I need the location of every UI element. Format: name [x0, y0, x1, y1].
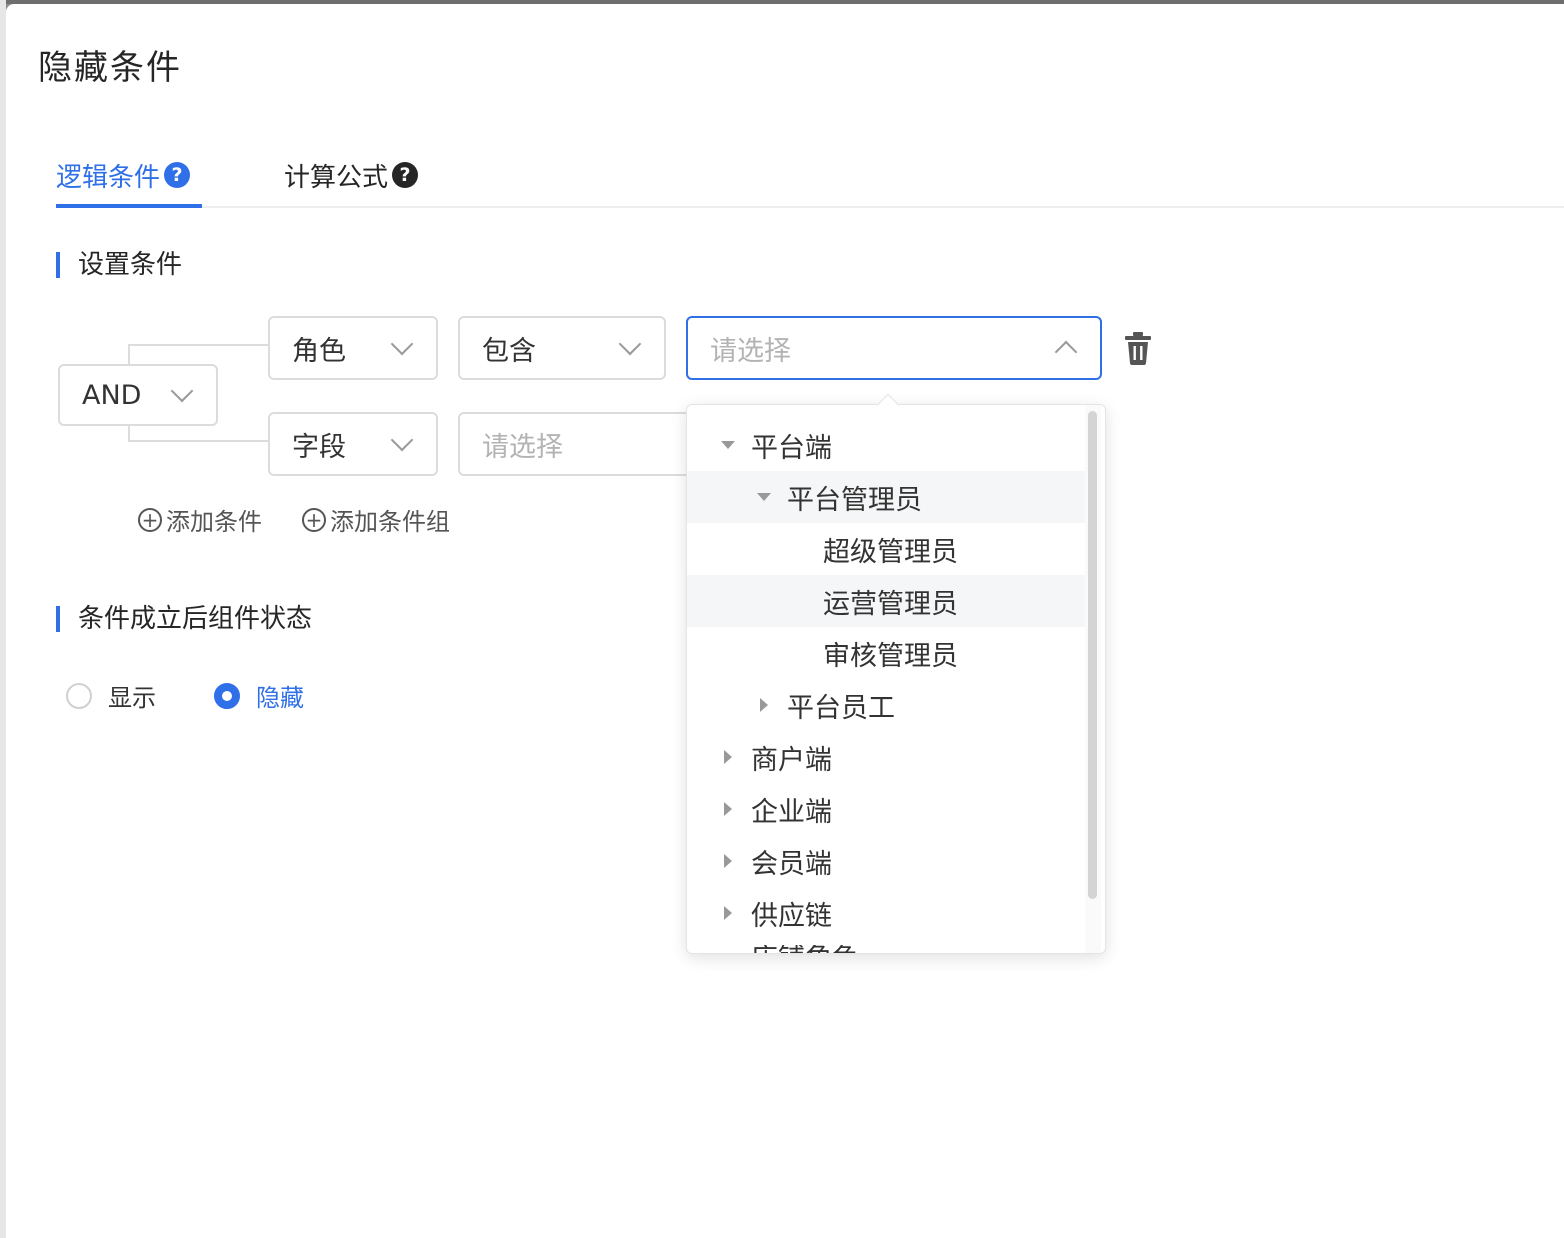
condition-value-placeholder: 请选择	[710, 335, 791, 367]
caret-down-icon[interactable]	[721, 441, 735, 449]
radio-circle	[214, 682, 240, 709]
chevron-up-icon	[1054, 340, 1078, 364]
tree-node[interactable]: 会员端	[687, 835, 1085, 887]
tree-node-label: 商户端	[751, 744, 832, 776]
tab-logic-condition-label: 逻辑条件	[56, 162, 161, 193]
tab-bar: 逻辑条件 ? 计算公式 ?	[56, 144, 1564, 208]
tab-calculation-formula-label: 计算公式	[284, 162, 389, 193]
tree-node[interactable]: 平台管理员	[687, 471, 1085, 523]
logic-operator-value: AND	[82, 379, 142, 411]
tree-node[interactable]: 平台端	[687, 419, 1085, 471]
radio-hide[interactable]: 隐藏	[214, 678, 304, 713]
scrollbar-thumb[interactable]	[1088, 411, 1097, 899]
chevron-down-icon	[618, 332, 642, 356]
tree-node-label: 平台端	[751, 432, 832, 464]
condition-operator-placeholder: 请选择	[482, 431, 563, 463]
tree-node[interactable]: 平台员工	[687, 679, 1085, 731]
caret-right-icon[interactable]	[760, 698, 768, 712]
add-condition-group-label: 添加条件组	[330, 508, 450, 536]
radio-hide-label: 隐藏	[256, 684, 304, 712]
caret-right-icon[interactable]	[724, 906, 732, 920]
tree-node-label: 企业端	[751, 796, 832, 828]
caret-right-icon[interactable]	[724, 854, 732, 868]
condition-operator-value: 包含	[482, 335, 536, 367]
add-condition-label: 添加条件	[166, 508, 262, 536]
plus-circle-icon: +	[302, 507, 326, 532]
chevron-down-icon	[170, 379, 194, 403]
tree-node[interactable]: 审核管理员	[687, 627, 1085, 679]
condition-field-select[interactable]: 角色	[268, 316, 438, 380]
tree-node-label: 审核管理员	[823, 640, 958, 672]
hide-condition-modal: 隐藏条件 逻辑条件 ? 计算公式 ? 设置条件 AND 角色 包含 请选择 字段…	[6, 4, 1564, 1238]
tree-node[interactable]: 供应链	[687, 887, 1085, 939]
tree-node-label: 超级管理员	[823, 536, 958, 568]
condition-field-value: 角色	[292, 335, 346, 367]
help-icon[interactable]: ?	[164, 162, 191, 188]
tree-node[interactable]: 超级管理员	[687, 523, 1085, 575]
caret-down-icon[interactable]	[757, 493, 771, 501]
caret-right-icon[interactable]	[724, 750, 732, 764]
role-tree-dropdown: 平台端 平台管理员 超级管理员 运营管理员 审核管理员 平台员工 商户端 企业端 会员端 供应链 …	[686, 404, 1106, 954]
add-condition-button[interactable]: + 添加条件	[138, 502, 262, 537]
condition-operator-select[interactable]: 请选择	[458, 412, 718, 476]
active-tab-indicator	[56, 204, 202, 208]
section-title-state-after: 条件成立后组件状态	[56, 604, 312, 634]
tree-node-label: 店铺角色	[751, 945, 859, 953]
help-icon[interactable]: ?	[392, 162, 419, 188]
condition-field-select[interactable]: 字段	[268, 412, 438, 476]
section-title-set-conditions: 设置条件	[56, 250, 182, 280]
condition-value-select[interactable]: 请选择	[686, 316, 1102, 380]
chevron-down-icon	[390, 428, 414, 452]
tree-node-label: 平台管理员	[787, 484, 922, 516]
caret-right-icon[interactable]	[724, 802, 732, 816]
tree-node[interactable]: 商户端	[687, 731, 1085, 783]
tree-node-label: 会员端	[751, 848, 832, 880]
tab-logic-condition[interactable]: 逻辑条件 ?	[56, 144, 191, 206]
logic-operator-select[interactable]: AND	[58, 364, 218, 426]
tree-node-label: 运营管理员	[823, 588, 958, 620]
tree-node-label: 平台员工	[787, 692, 895, 724]
radio-show[interactable]: 显示	[66, 678, 156, 713]
condition-field-value: 字段	[292, 431, 346, 463]
add-condition-group-button[interactable]: + 添加条件组	[302, 502, 450, 537]
tab-calculation-formula[interactable]: 计算公式 ?	[284, 144, 419, 206]
plus-circle-icon: +	[138, 507, 162, 532]
condition-operator-select[interactable]: 包含	[458, 316, 666, 380]
chevron-down-icon	[390, 332, 414, 356]
tree-node-label: 供应链	[751, 900, 832, 932]
tree-node[interactable]: 运营管理员	[687, 575, 1085, 627]
trash-icon[interactable]	[1124, 330, 1152, 366]
radio-circle	[66, 682, 92, 709]
modal-title: 隐藏条件	[38, 48, 182, 88]
radio-show-label: 显示	[108, 684, 156, 712]
tree-node[interactable]: 企业端	[687, 783, 1085, 835]
